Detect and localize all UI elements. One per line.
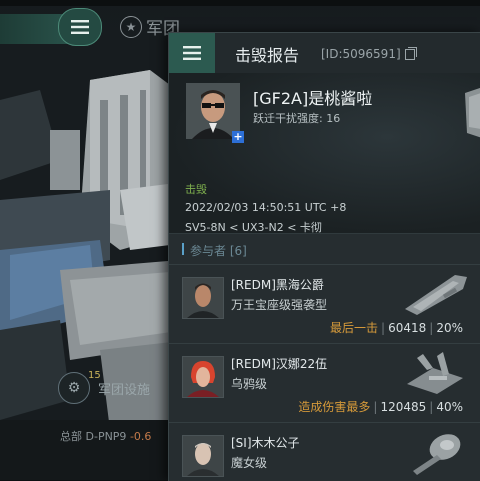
top-edge-bar <box>0 0 480 6</box>
participant-name: [SI]木木公子 <box>231 436 300 450</box>
participant-name: [REDM]汉娜22伍 <box>231 357 328 371</box>
participant-ship: 魔女级 <box>231 456 268 470</box>
participant-ship: 乌鸦级 <box>231 377 268 391</box>
killmail-header: 击毁报告 [ID:5096591] <box>169 33 480 73</box>
damage-percent: 40% <box>436 400 463 414</box>
participant-portrait-art <box>183 357 223 397</box>
facility-count: 15 <box>88 370 101 381</box>
participant-name: [REDM]黑海公爵 <box>231 278 324 292</box>
add-contact-icon[interactable]: + <box>232 131 244 143</box>
participants-count-label: 参与者 [6] <box>190 244 247 258</box>
victim-name[interactable]: [GF2A]是桃酱啦 <box>253 85 372 109</box>
top-damage-tag: 造成伤害最多 <box>298 400 371 414</box>
hamburger-icon <box>183 46 201 60</box>
star-icon: ★ <box>120 15 142 38</box>
damage-value: 60418 <box>388 321 427 335</box>
participant-row[interactable]: [REDM]汉娜22伍 乌鸦级 造成伤害最多 | 120485 | 40% <box>169 343 480 422</box>
participant-portrait-art <box>183 436 223 476</box>
damage-percent: 20% <box>436 321 463 335</box>
participant-stats: 造成伤害最多 | 120485 | 40% <box>298 400 463 414</box>
facility-icon: ⚙ <box>58 372 90 404</box>
participants-header: 参与者 [6] <box>169 233 480 264</box>
hq-label: 总部 <box>60 430 82 443</box>
hq-system: D-PNP9 <box>85 430 127 443</box>
section-marker <box>182 243 184 255</box>
page-title: 击毁报告 <box>235 46 300 65</box>
hq-info: 总部 D-PNP9 -0.6 <box>60 428 151 444</box>
participant-row[interactable]: [SI]木木公子 魔女级 <box>169 422 480 481</box>
hamburger-icon <box>71 20 89 34</box>
participant-avatar[interactable] <box>182 356 224 398</box>
damage-value: 120485 <box>380 400 427 414</box>
participant-stats: 最后一击 | 60418 | 20% <box>330 321 463 335</box>
facility-label: 军团设施 <box>98 382 151 398</box>
participant-avatar[interactable] <box>182 435 224 477</box>
ship-icon <box>407 352 463 394</box>
main-menu-button[interactable] <box>58 8 102 46</box>
participant-ship: 万王宝座级强袭型 <box>231 298 328 312</box>
killmail-id-text: [ID:5096591] <box>321 47 401 61</box>
hq-security: -0.6 <box>129 430 152 443</box>
participant-row[interactable]: [REDM]黑海公爵 万王宝座级强袭型 最后一击 | 60418 | 20% <box>169 264 480 343</box>
victim-jump-interference: 跃迁干扰强度: 16 <box>253 112 341 125</box>
participant-portrait-art <box>183 278 223 318</box>
killmail-id[interactable]: [ID:5096591] <box>321 46 417 61</box>
ship-icon <box>405 275 467 315</box>
legion-facility-button[interactable]: ⚙ 军团设施 <box>58 372 150 404</box>
kill-timestamp: 2022/02/03 14:50:51 UTC +8 <box>185 201 347 214</box>
copy-icon[interactable] <box>404 46 417 60</box>
final-blow-tag: 最后一击 <box>330 321 379 335</box>
panel-menu-button[interactable] <box>169 33 215 73</box>
kill-label: 击毁 <box>185 183 207 196</box>
ship-icon <box>413 434 461 475</box>
victim-section: + [GF2A]是桃酱啦 跃迁干扰强度: 16 击毁 2022/02/03 14… <box>169 73 480 234</box>
killmail-panel: 击毁报告 [ID:5096591] + [GF2A]是桃酱啦 跃迁干扰强度: 1… <box>168 32 480 481</box>
victim-ship-icon[interactable] <box>461 83 480 143</box>
participant-avatar[interactable] <box>182 277 224 319</box>
